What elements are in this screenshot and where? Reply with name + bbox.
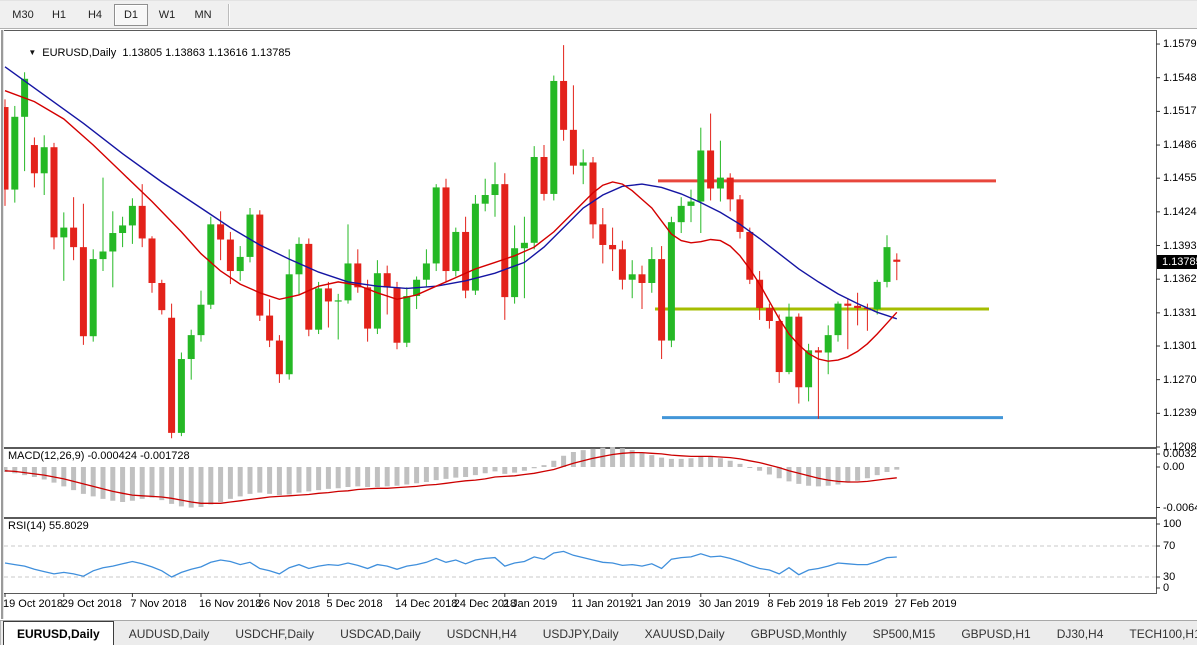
date-axis-label: 18 Feb 2019 xyxy=(826,598,888,610)
price-axis-label: 1.13010 xyxy=(1163,340,1197,352)
timeframe-button-h1[interactable]: H1 xyxy=(42,4,76,26)
date-axis-label: 5 Dec 2018 xyxy=(326,598,382,610)
tab-gbpusd-monthly[interactable]: GBPUSD,Monthly xyxy=(738,623,860,645)
trading-terminal-window: M30H1H4D1W1MN ▼ EURUSD,Daily 1.13805 1.13… xyxy=(0,0,1197,645)
tab-usdjpy-daily[interactable]: USDJPY,Daily xyxy=(530,623,632,645)
tab-dj30-h4[interactable]: DJ30,H4 xyxy=(1044,623,1117,645)
window-left-edge xyxy=(1,30,4,619)
timeframe-button-m30[interactable]: M30 xyxy=(6,4,40,26)
date-axis-label: 26 Nov 2018 xyxy=(258,598,320,610)
rsi-axis-label: 70 xyxy=(1163,540,1175,552)
tab-usdchf-daily[interactable]: USDCHF,Daily xyxy=(222,623,327,645)
rsi-axis-label: 100 xyxy=(1163,518,1181,530)
price-axis-label: 1.15170 xyxy=(1163,105,1197,117)
tab-audusd-daily[interactable]: AUDUSD,Daily xyxy=(116,623,223,645)
chart-symbol-label: EURUSD,Daily xyxy=(42,47,116,59)
date-axis-label: 19 Oct 2018 xyxy=(3,598,63,610)
price-axis-label: 1.14245 xyxy=(1163,206,1197,218)
date-axis-label: 16 Nov 2018 xyxy=(199,598,261,610)
macd-indicator-label: MACD(12,26,9) -0.000424 -0.001728 xyxy=(8,450,190,462)
price-axis-label: 1.14860 xyxy=(1163,139,1197,151)
timeframe-button-w1[interactable]: W1 xyxy=(150,4,184,26)
price-axis-label: 1.12700 xyxy=(1163,374,1197,386)
macd-axis-label: 0.00 xyxy=(1163,461,1184,473)
toolbar-separator xyxy=(228,4,230,26)
tab-sp500-m15[interactable]: SP500,M15 xyxy=(860,623,949,645)
price-axis[interactable]: 1.13785 1.15790 1.15480 1.15170 1.14860 1.14… xyxy=(1157,30,1197,619)
current-price-tag: 1.13785 xyxy=(1157,255,1197,269)
price-axis-label: 1.12390 xyxy=(1163,407,1197,419)
chart-dropdown-icon: ▼ xyxy=(28,48,36,57)
chart-tab-bar: EURUSD,DailyAUDUSD,DailyUSDCHF,DailyUSDC… xyxy=(0,620,1197,645)
date-axis-label: 21 Jan 2019 xyxy=(630,598,691,610)
chart-ohlc-values: 1.13805 1.13863 1.13616 1.13785 xyxy=(122,47,290,59)
date-axis-label: 11 Jan 2019 xyxy=(571,598,631,610)
macd-axis-label: -0.00648 xyxy=(1163,502,1197,514)
date-axis-label: 8 Feb 2019 xyxy=(767,598,823,610)
tab-gbpusd-h1[interactable]: GBPUSD,H1 xyxy=(948,623,1043,645)
price-axis-label: 1.15790 xyxy=(1163,38,1197,50)
chart-title: ▼ EURUSD,Daily 1.13805 1.13863 1.13616 1.… xyxy=(10,35,291,71)
tab-tech100-h1[interactable]: TECH100,H1 xyxy=(1116,623,1197,645)
price-axis-label: 1.13625 xyxy=(1163,273,1197,285)
date-axis-label: 7 Nov 2018 xyxy=(130,598,186,610)
chart-area[interactable]: ▼ EURUSD,Daily 1.13805 1.13863 1.13616 1.… xyxy=(0,30,1197,619)
timeframe-button-mn[interactable]: MN xyxy=(186,4,220,26)
price-axis-label: 1.14555 xyxy=(1163,172,1197,184)
main-panel-frame xyxy=(4,31,1157,448)
price-axis-label: 1.15480 xyxy=(1163,72,1197,84)
tab-xauusd-daily[interactable]: XAUUSD,Daily xyxy=(632,623,738,645)
timeframe-toolbar: M30H1H4D1W1MN xyxy=(0,0,1197,29)
price-axis-label: 1.13935 xyxy=(1163,240,1197,252)
date-axis-label: 14 Dec 2018 xyxy=(395,598,457,610)
rsi-panel-frame xyxy=(4,519,1157,594)
price-axis-label: 1.13315 xyxy=(1163,307,1197,319)
rsi-axis-label: 0 xyxy=(1163,582,1169,594)
date-axis-label: 2 Jan 2019 xyxy=(503,598,557,610)
tab-bar-stub xyxy=(0,621,1,645)
timeframe-button-d1[interactable]: D1 xyxy=(114,4,148,26)
rsi-indicator-label: RSI(14) 55.8029 xyxy=(8,520,89,532)
tab-usdcnh-h4[interactable]: USDCNH,H4 xyxy=(434,623,530,645)
tab-usdcad-daily[interactable]: USDCAD,Daily xyxy=(327,623,434,645)
tab-eurusd-daily[interactable]: EURUSD,Daily xyxy=(3,621,114,645)
macd-axis-label: 0.003216 xyxy=(1163,448,1197,460)
timeframe-buttons: M30H1H4D1W1MN xyxy=(6,4,234,26)
date-axis-label: 27 Feb 2019 xyxy=(895,598,957,610)
chart-canvas[interactable] xyxy=(0,30,1197,619)
timeframe-button-h4[interactable]: H4 xyxy=(78,4,112,26)
date-axis[interactable]: 19 Oct 201829 Oct 2018 7 Nov 2018 16 Nov 2… xyxy=(0,594,1156,618)
date-axis-label: 29 Oct 2018 xyxy=(62,598,122,610)
date-axis-label: 30 Jan 2019 xyxy=(699,598,760,610)
